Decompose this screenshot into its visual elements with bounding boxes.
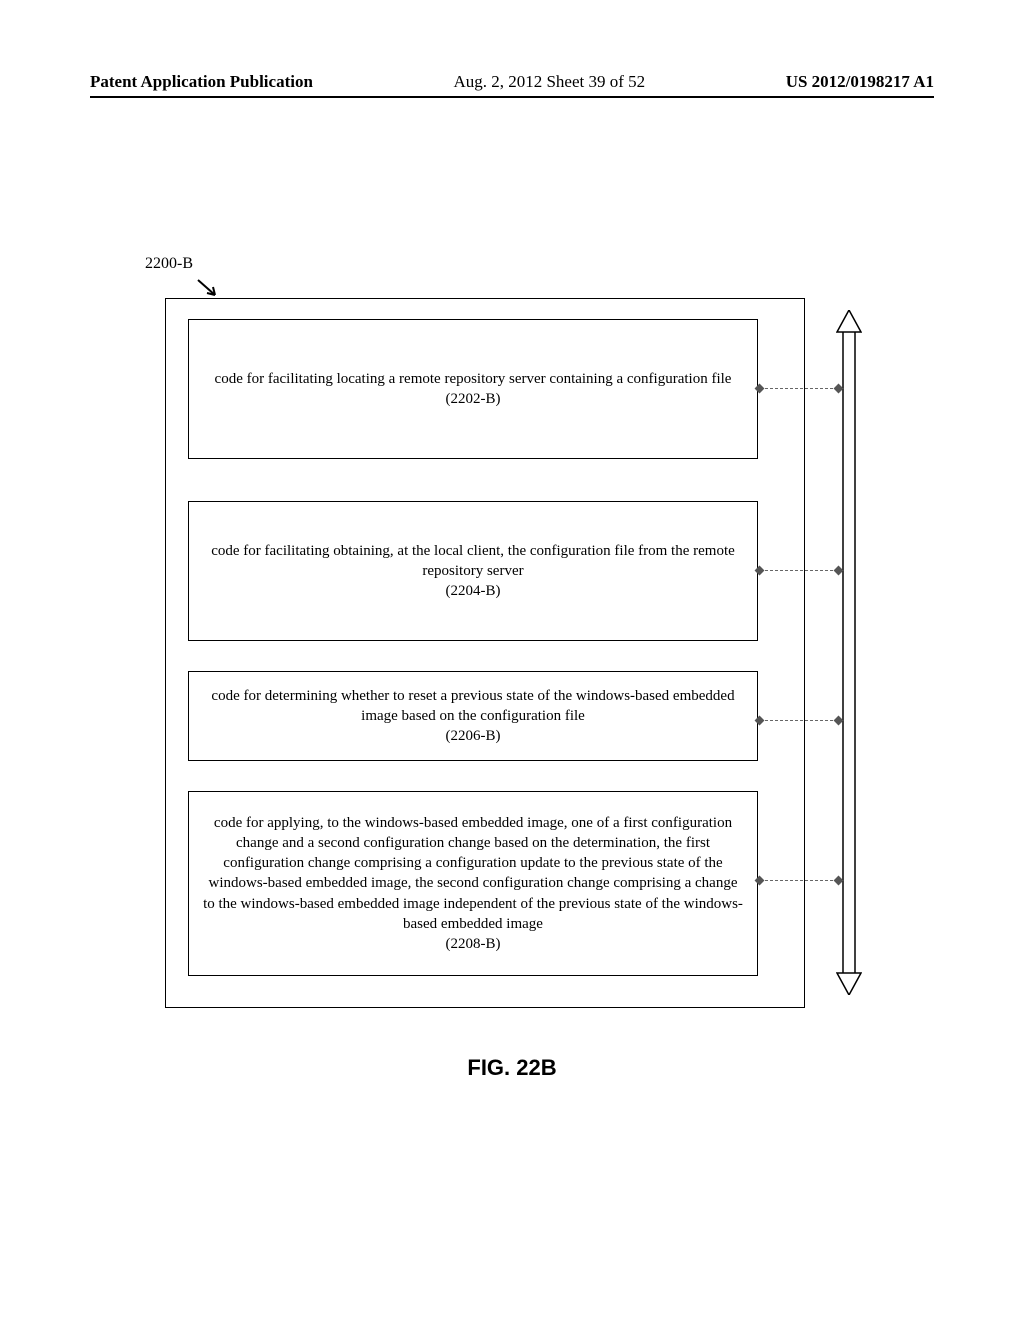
flow-container: code for facilitating locating a remote …	[165, 298, 805, 1008]
flow-block-2206b: code for determining whether to reset a …	[188, 671, 758, 761]
block-id: (2202-B)	[203, 389, 743, 409]
connector-line-4	[760, 880, 838, 881]
figure-caption: FIG. 22B	[0, 1055, 1024, 1081]
flow-block-2204b: code for facilitating obtaining, at the …	[188, 501, 758, 641]
block-id: (2206-B)	[203, 726, 743, 746]
block-text: code for determining whether to reset a …	[203, 686, 743, 727]
connector-line-3	[760, 720, 838, 721]
figure-ref-label: 2200-B	[145, 255, 193, 273]
block-id: (2208-B)	[203, 934, 743, 954]
connector-line-1	[760, 388, 838, 389]
header-center: Aug. 2, 2012 Sheet 39 of 52	[453, 72, 645, 92]
patent-page: Patent Application Publication Aug. 2, 2…	[0, 0, 1024, 1320]
page-header: Patent Application Publication Aug. 2, 2…	[90, 72, 934, 92]
block-text: code for facilitating locating a remote …	[203, 369, 743, 389]
header-right: US 2012/0198217 A1	[786, 72, 934, 92]
header-left: Patent Application Publication	[90, 72, 313, 92]
block-text: code for facilitating obtaining, at the …	[203, 541, 743, 582]
header-rule	[90, 96, 934, 98]
block-text: code for applying, to the windows-based …	[203, 813, 743, 935]
vertical-double-arrow-icon	[836, 310, 862, 995]
flow-block-2208b: code for applying, to the windows-based …	[188, 791, 758, 976]
flow-block-2202b: code for facilitating locating a remote …	[188, 319, 758, 459]
connector-line-2	[760, 570, 838, 571]
block-id: (2204-B)	[203, 581, 743, 601]
